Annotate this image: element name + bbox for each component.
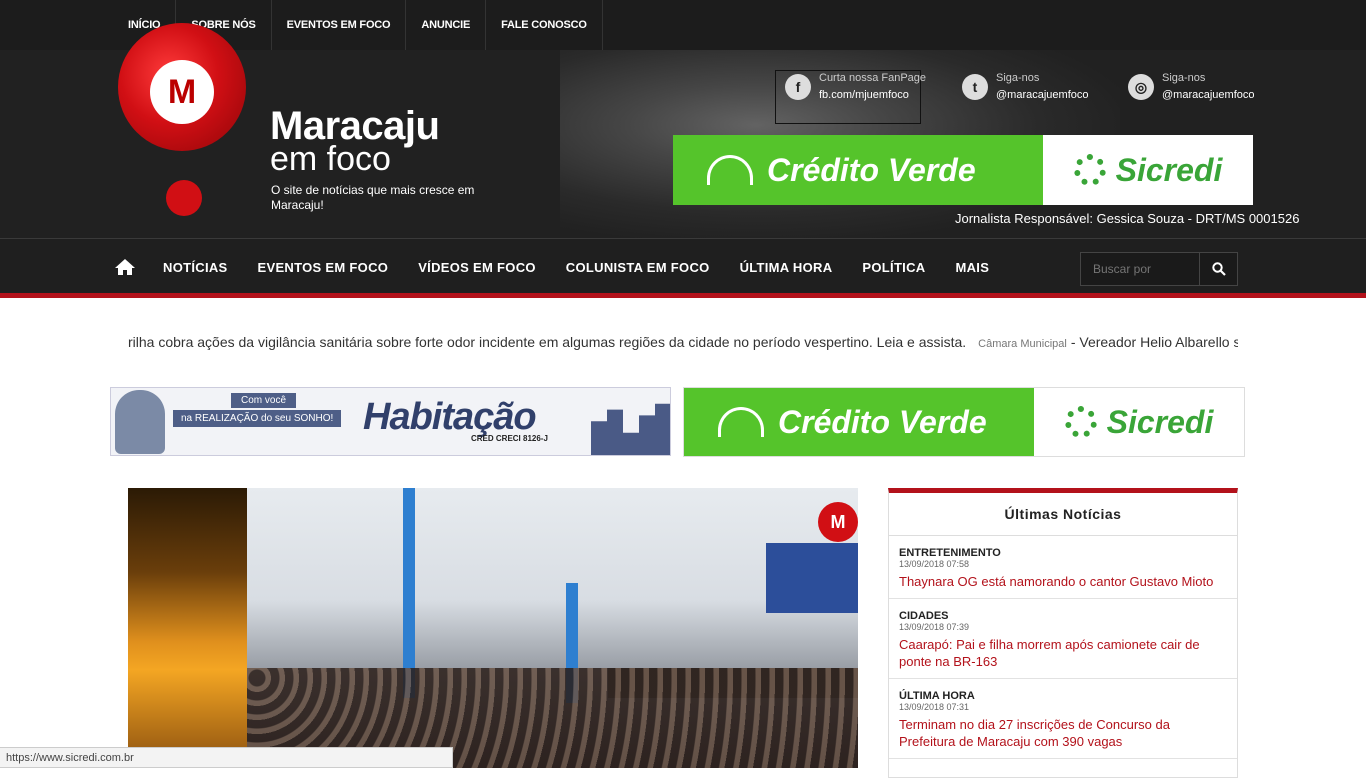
ticker-category: Câmara Municipal <box>978 338 1067 350</box>
news-date: 13/09/2018 07:31 <box>899 702 970 712</box>
site-tagline: O site de notícias que mais cresce em Ma… <box>271 183 475 212</box>
instagram-label: Siga-nos <box>1162 72 1206 84</box>
search-icon <box>1211 262 1226 276</box>
ad-creci: CRED CRECI 8126-J <box>471 434 548 443</box>
instagram-handle: @maracajuemfoco <box>1162 89 1255 101</box>
news-title[interactable]: Thaynara OG está namorando o cantor Gust… <box>899 573 1227 590</box>
top-nav-anuncie[interactable]: ANUNCIE <box>405 0 485 50</box>
facebook-handle: fb.com/mjuemfoco <box>819 89 909 101</box>
logo-letter: M <box>150 60 214 124</box>
instagram-icon: ◎ <box>1128 74 1154 100</box>
facebook-link[interactable]: f Curta nossa FanPage fb.com/mjuemfoco <box>785 70 926 104</box>
photo-pillar <box>403 488 415 698</box>
nav-eventos-em-foco[interactable]: EVENTOS EM FOCO <box>243 239 404 294</box>
sun-icon <box>707 155 753 185</box>
ticker-text-next[interactable]: - Vereador Helio Albarello sc <box>1071 334 1238 350</box>
ad-person-image <box>115 390 165 454</box>
site-name-sub[interactable]: em foco <box>270 142 391 176</box>
nav-colunista-em-foco[interactable]: COLUNISTA EM FOCO <box>551 239 725 294</box>
header-banner-ad[interactable]: Crédito Verde Sicredi <box>673 135 1253 205</box>
nav-ultima-hora[interactable]: ÚLTIMA HORA <box>725 239 848 294</box>
news-item[interactable]: ENTRETENIMENTO 13/09/2018 07:58 Thaynara… <box>889 536 1237 599</box>
top-nav-eventos[interactable]: EVENTOS EM FOCO <box>270 0 406 50</box>
news-item[interactable]: ÚLTIMA HORA 13/09/2018 07:31 Terminam no… <box>889 679 1237 759</box>
watermark-logo: M <box>818 502 858 542</box>
news-ticker[interactable]: rilha cobra ações da vigilância sanitári… <box>128 334 1238 354</box>
ticker-text[interactable]: rilha cobra ações da vigilância sanitári… <box>128 334 966 350</box>
home-icon[interactable] <box>114 258 136 276</box>
news-date: 13/09/2018 07:58 <box>899 559 970 569</box>
twitter-handle: @maracajuemfoco <box>996 89 1089 101</box>
browser-status-url: https://www.sicredi.com.br <box>0 747 453 768</box>
ad-sicredi: Sicredi <box>1106 403 1214 440</box>
twitter-icon: t <box>962 74 988 100</box>
latest-news-title: Últimas Notícias <box>889 493 1237 536</box>
nav-politica[interactable]: POLÍTICA <box>847 239 940 294</box>
news-date: 13/09/2018 07:39 <box>899 622 970 632</box>
news-title[interactable]: Terminam no dia 27 inscrições de Concurs… <box>899 716 1227 750</box>
featured-image[interactable]: M <box>128 488 858 768</box>
nav-mais[interactable]: MAIS <box>940 239 1004 294</box>
previous-slide-image <box>128 488 247 768</box>
ad-tag-com-voce: Com você <box>231 393 297 408</box>
search-form <box>1080 252 1238 286</box>
news-item[interactable]: CIDADES 13/09/2018 07:39 Caarapó: Pai e … <box>889 599 1237 679</box>
photo-projection-screen <box>766 543 858 613</box>
news-category: CIDADES <box>899 610 949 622</box>
sicredi-logo-icon <box>1064 406 1097 438</box>
nav-noticias[interactable]: NOTÍCIAS <box>148 239 243 294</box>
twitter-link[interactable]: t Siga-nos @maracajuemfoco <box>962 70 1088 104</box>
building-icon <box>591 403 670 455</box>
logo-dot <box>166 180 202 216</box>
ad-brand-habitacao: Habitação <box>363 396 537 438</box>
habitacao-ad[interactable]: Com você na REALIZAÇÃO do seu SONHO! Hab… <box>110 387 671 456</box>
news-title[interactable]: Caarapó: Pai e filha morrem após camione… <box>899 636 1227 670</box>
facebook-icon: f <box>785 74 811 100</box>
journalist-credit: Jornalista Responsável: Gessica Souza - … <box>955 211 1300 226</box>
nav-videos-em-foco[interactable]: VÍDEOS EM FOCO <box>403 239 551 294</box>
ad-tag-realizacao: na REALIZAÇÃO do seu SONHO! <box>173 410 342 427</box>
top-nav-fale-conosco[interactable]: FALE CONOSCO <box>485 0 603 50</box>
banner-credito-verde: Crédito Verde <box>767 151 976 188</box>
banner-sicredi: Sicredi <box>1115 151 1223 188</box>
facebook-label: Curta nossa FanPage <box>819 72 927 84</box>
news-category: ÚLTIMA HORA <box>899 690 975 702</box>
main-nav: NOTÍCIAS EVENTOS EM FOCO VÍDEOS EM FOCO … <box>148 239 1004 294</box>
latest-news-widget: Últimas Notícias ENTRETENIMENTO 13/09/20… <box>888 488 1238 778</box>
sun-icon <box>718 407 764 437</box>
news-category: ENTRETENIMENTO <box>899 547 1001 559</box>
twitter-label: Siga-nos <box>996 72 1040 84</box>
search-input[interactable] <box>1081 253 1199 285</box>
main-navbar: NOTÍCIAS EVENTOS EM FOCO VÍDEOS EM FOCO … <box>0 238 1366 298</box>
sicredi-logo-icon <box>1073 154 1106 186</box>
instagram-link[interactable]: ◎ Siga-nos @maracajuemfoco <box>1128 70 1254 104</box>
ad-credito-verde: Crédito Verde <box>778 403 987 440</box>
search-button[interactable] <box>1199 253 1237 285</box>
sicredi-ad[interactable]: Crédito Verde Sicredi <box>683 387 1245 457</box>
